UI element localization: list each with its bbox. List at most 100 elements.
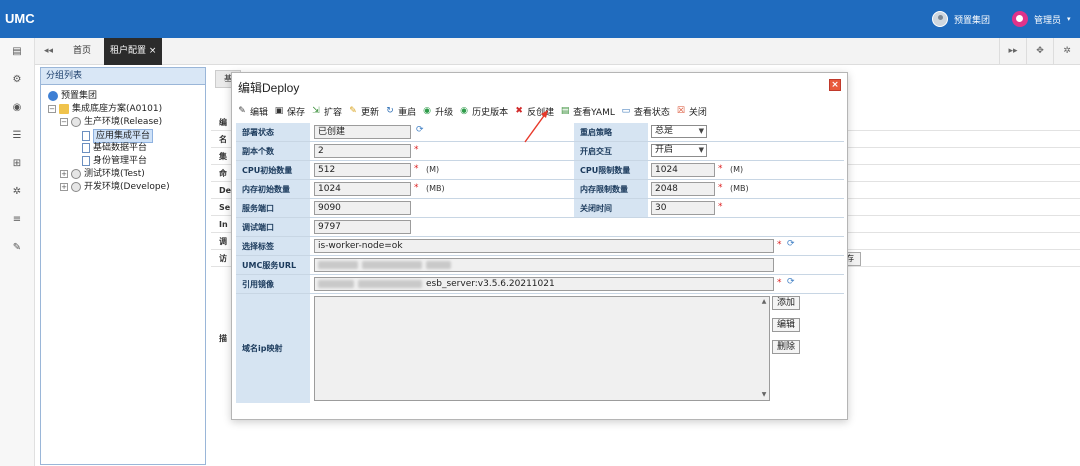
selector-label: 选择标签 [236, 237, 310, 255]
chevron-down-icon: ▼ [698, 127, 704, 135]
user-menu[interactable]: 管理员 ▾ [1012, 11, 1071, 27]
edit-button[interactable]: ✎ 编辑 [237, 105, 268, 118]
form-row: 调试端口 9797 [236, 218, 844, 237]
delete-host-button[interactable]: 删除 [772, 340, 801, 354]
deploy-status-field: 已创建 [314, 125, 411, 139]
group-list-panel: 分组列表 预置集团 − 集成底座方案(A0101) − 生产环境(Release… [40, 67, 206, 465]
form-row: 副本个数 2 * 开启交互 开启 ▼ [236, 142, 844, 161]
form-row: 服务端口 9090 关闭时间 30 * [236, 199, 844, 218]
image-field[interactable]: esb_server:v3.5.6.20211021 [314, 277, 774, 291]
required-mark: * [414, 145, 419, 155]
mem-limit-label: 内存限制数量 [574, 180, 648, 198]
update-button[interactable]: ✎ 更新 [348, 105, 379, 118]
edit-host-button[interactable]: 编辑 [772, 318, 801, 332]
group-list-title: 分组列表 [41, 68, 205, 85]
scroll-up-icon[interactable]: ▲ [760, 298, 768, 306]
sitemap-icon[interactable]: ⊞ [11, 158, 23, 170]
folder-icon [59, 104, 69, 114]
form-row: 域名ip映射 ▲ ▼ 添加 编辑 删除 [236, 294, 844, 404]
list-icon[interactable]: ☰ [11, 130, 23, 142]
collapse-toggle-icon[interactable]: − [60, 118, 68, 126]
history-button[interactable]: ◉ 历史版本 [459, 105, 508, 118]
tree-node-app-platform[interactable]: 应用集成平台 [82, 129, 154, 143]
expand-toggle-icon[interactable]: + [60, 183, 68, 191]
cpu-limit-field[interactable]: 1024 [651, 163, 715, 177]
org-switcher[interactable]: 预置集团 [932, 11, 990, 27]
page-icon [82, 156, 90, 166]
cpu-init-field[interactable]: 512 [314, 163, 411, 177]
upgrade-button[interactable]: ◉ 升级 [422, 105, 453, 118]
close-time-field[interactable]: 30 [651, 201, 715, 215]
view-status-button[interactable]: ▭ 查看状态 [621, 105, 670, 118]
service-port-field[interactable]: 9090 [314, 201, 411, 215]
refresh-icon[interactable]: ⟳ [416, 125, 427, 135]
settings-icon[interactable]: ✲ [11, 186, 23, 198]
expand-button[interactable]: ⇲ 扩容 [311, 105, 342, 118]
mem-init-field[interactable]: 1024 [314, 182, 411, 196]
close-button[interactable]: ☒ 关闭 [676, 105, 707, 118]
tree-node-test[interactable]: + 测试环境(Test) [60, 168, 145, 180]
restart-icon: ↻ [386, 106, 394, 116]
selector-field[interactable]: is-worker-node=ok [314, 239, 774, 253]
redacted-text [362, 260, 422, 269]
replicas-field[interactable]: 2 [314, 144, 411, 158]
umc-url-field[interactable] [314, 258, 774, 272]
update-icon: ✎ [349, 106, 357, 116]
left-icon-nav: ▤ ⚙ ◉ ☰ ⊞ ✲ ≡ ✎ [0, 38, 35, 466]
gear-cluster-icon[interactable]: ⚙ [11, 74, 23, 86]
tab-settings-icon[interactable]: ✲ [1053, 38, 1080, 65]
required-mark: * [718, 164, 723, 174]
deploy-status-label: 部署状态 [236, 123, 310, 141]
host-map-textarea[interactable]: ▲ ▼ [314, 296, 770, 401]
tree-node-data-platform[interactable]: 基础数据平台 [82, 142, 147, 154]
tree-node-root[interactable]: 预置集团 [48, 90, 97, 102]
redacted-text [358, 279, 422, 288]
cpu-init-label: CPU初始数量 [236, 161, 310, 179]
save-button[interactable]: ▣ 保存 [274, 105, 305, 118]
debug-port-field[interactable]: 9797 [314, 220, 411, 234]
pick-tag-icon[interactable]: ⟳ [787, 239, 798, 249]
mem-limit-unit: (MB) [730, 184, 749, 193]
required-mark: * [777, 278, 782, 288]
pick-image-icon[interactable]: ⟳ [787, 277, 798, 287]
tab-tenant-config-label: 租户配置 [110, 46, 147, 56]
annotation-arrow [524, 110, 548, 143]
cpu-init-unit: (M) [426, 165, 440, 174]
menu-icon[interactable]: ≡ [11, 214, 23, 226]
tab-scroll-left-icon[interactable]: ◂◂ [35, 38, 62, 65]
tree-node-release[interactable]: − 生产环境(Release) [60, 116, 162, 128]
upgrade-icon: ◉ [423, 106, 431, 116]
tab-tenant-config[interactable]: 租户配置 × [104, 38, 163, 65]
save-icon: ▣ [274, 106, 284, 116]
interactive-label: 开启交互 [574, 142, 648, 160]
restart-policy-select[interactable]: 总是 ▼ [651, 125, 707, 138]
form-row: UMC服务URL [236, 256, 844, 275]
interactive-select[interactable]: 开启 ▼ [651, 144, 707, 157]
service-port-label: 服务端口 [236, 199, 310, 217]
fullscreen-icon[interactable]: ✥ [1026, 38, 1053, 65]
dashboard-icon[interactable]: ▤ [11, 46, 23, 58]
status-icon: ▭ [621, 106, 631, 116]
tab-home[interactable]: 首页 [73, 38, 91, 65]
wrench-icon[interactable]: ✎ [11, 242, 23, 254]
tree-node-identity-platform[interactable]: 身份管理平台 [82, 155, 147, 167]
page-icon [82, 143, 90, 153]
restart-button[interactable]: ↻ 重启 [385, 105, 416, 118]
add-host-button[interactable]: 添加 [772, 296, 801, 310]
tab-scroll-right-icon[interactable]: ▸▸ [999, 38, 1026, 65]
environment-icon [71, 169, 81, 179]
eye-icon[interactable]: ◉ [11, 102, 23, 114]
view-yaml-button[interactable]: ▤ 查看YAML [560, 105, 615, 118]
scroll-down-icon[interactable]: ▼ [760, 391, 768, 399]
page-icon [82, 131, 90, 141]
globe-icon [48, 91, 58, 101]
tab-close-icon[interactable]: × [149, 46, 157, 56]
mem-limit-field[interactable]: 2048 [651, 182, 715, 196]
expand-toggle-icon[interactable]: + [60, 170, 68, 178]
tree-node-develop[interactable]: + 开发环境(Develope) [60, 181, 170, 193]
dialog-close-button[interactable]: × [829, 79, 841, 91]
mem-init-unit: (MB) [426, 184, 445, 193]
form-row: 内存初始数量 1024 * (MB) 内存限制数量 2048 * (MB) [236, 180, 844, 199]
collapse-toggle-icon[interactable]: − [48, 105, 56, 113]
tree-node-solution[interactable]: − 集成底座方案(A0101) [48, 103, 162, 115]
